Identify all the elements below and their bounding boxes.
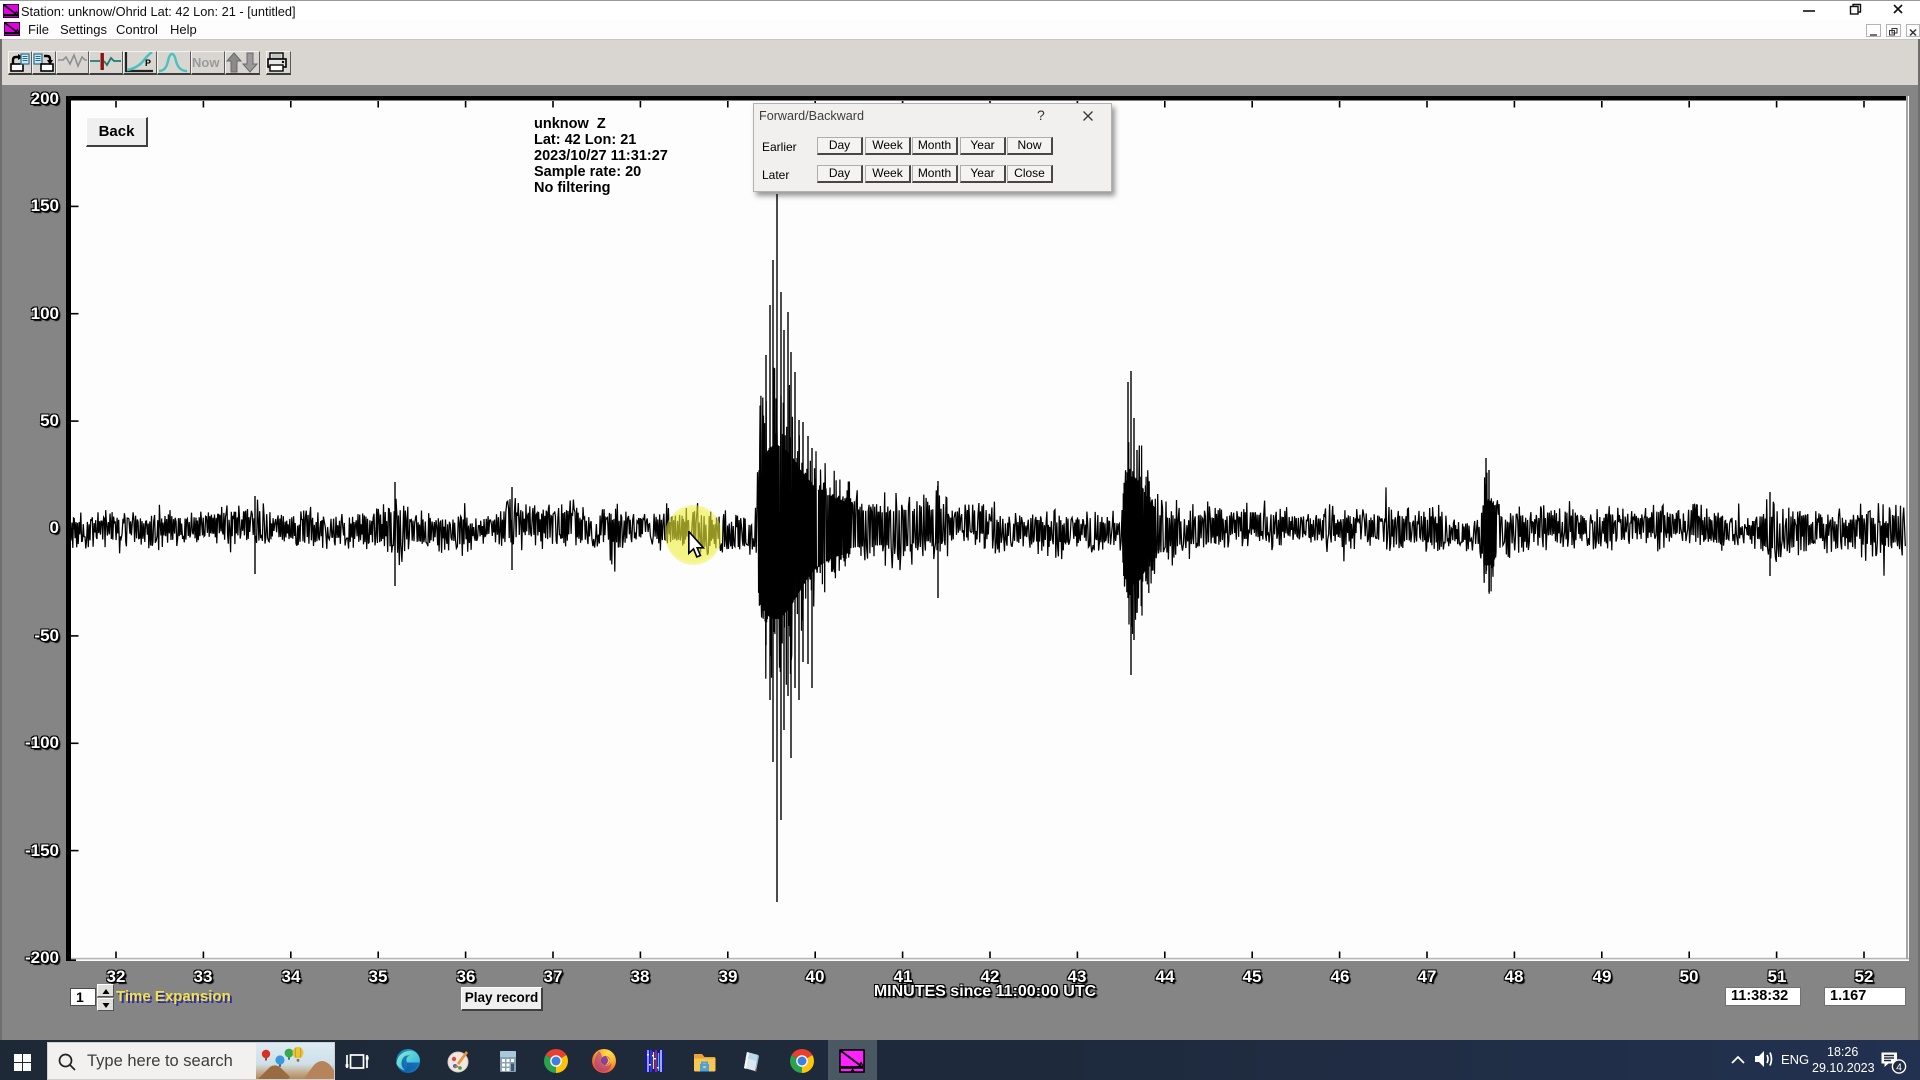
svg-text:4: 4 (1896, 1062, 1902, 1074)
svg-text:P: P (145, 58, 151, 68)
